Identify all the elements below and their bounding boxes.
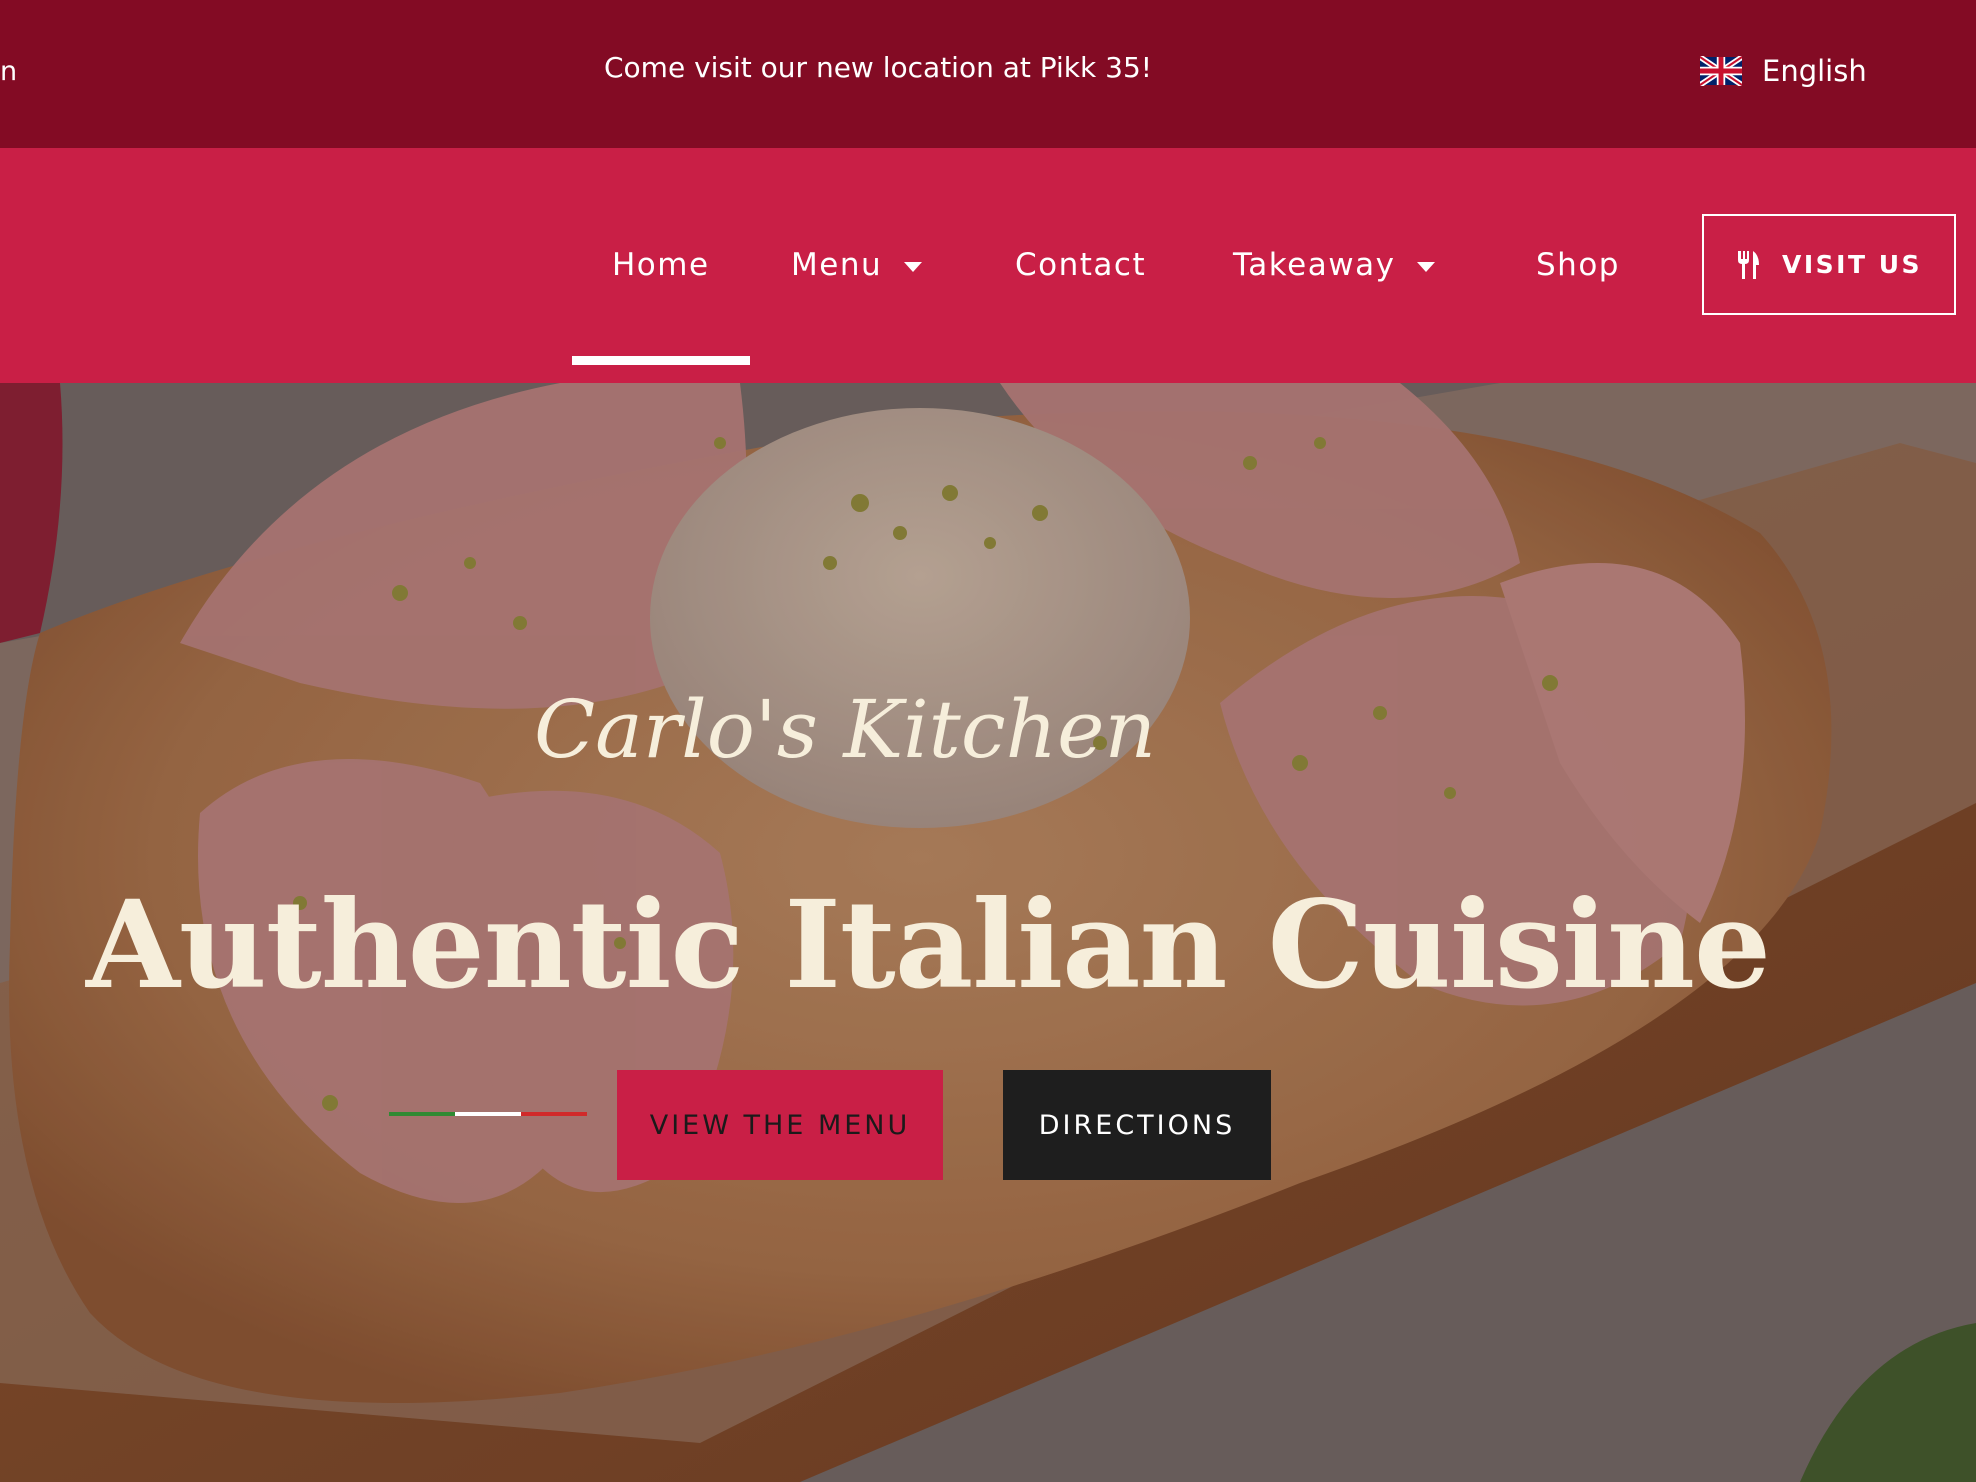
- nav-item-label: Shop: [1536, 247, 1620, 283]
- language-label: English: [1762, 54, 1867, 88]
- nav-item-takeaway[interactable]: Takeaway: [1233, 247, 1436, 283]
- language-selector[interactable]: English: [1700, 54, 1867, 88]
- nav-item-contact[interactable]: Contact: [1015, 247, 1146, 283]
- nav-item-menu[interactable]: Menu: [791, 247, 923, 283]
- fork-knife-icon: [1737, 250, 1759, 279]
- nav-item-home[interactable]: Home: [612, 247, 710, 283]
- chevron-down-icon: [904, 262, 923, 272]
- active-nav-indicator: [572, 356, 750, 365]
- announcement-bar: n Come visit our new location at Pikk 35…: [0, 0, 1976, 148]
- visit-us-button[interactable]: VISIT US: [1702, 214, 1956, 315]
- nav-item-label: Contact: [1015, 247, 1147, 283]
- divider-green: [389, 1112, 455, 1116]
- chevron-down-icon: [1417, 262, 1436, 272]
- nav-item-label: Menu: [791, 247, 883, 283]
- divider-white: [455, 1112, 521, 1116]
- divider-red: [521, 1112, 587, 1116]
- announcement-text: Come visit our new location at Pikk 35!: [603, 51, 1152, 84]
- nav-item-label: Takeaway: [1233, 247, 1396, 283]
- hero-section: Carlo's Kitchen Authentic Italian Cuisin…: [0, 383, 1976, 1482]
- nav-item-shop[interactable]: Shop: [1536, 247, 1620, 283]
- restaurant-name: Carlo's Kitchen: [533, 683, 1157, 776]
- uk-flag-icon: [1700, 56, 1742, 86]
- hero-headline: Authentic Italian Cuisine: [86, 873, 1771, 1016]
- main-navigation: Home Menu Contact Takeaway Shop VISIT US: [0, 148, 1976, 383]
- view-menu-button[interactable]: VIEW THE MENU: [617, 1070, 943, 1180]
- nav-item-label: Home: [612, 247, 710, 283]
- directions-button[interactable]: DIRECTIONS: [1003, 1070, 1271, 1180]
- visit-us-label: VISIT US: [1781, 250, 1923, 279]
